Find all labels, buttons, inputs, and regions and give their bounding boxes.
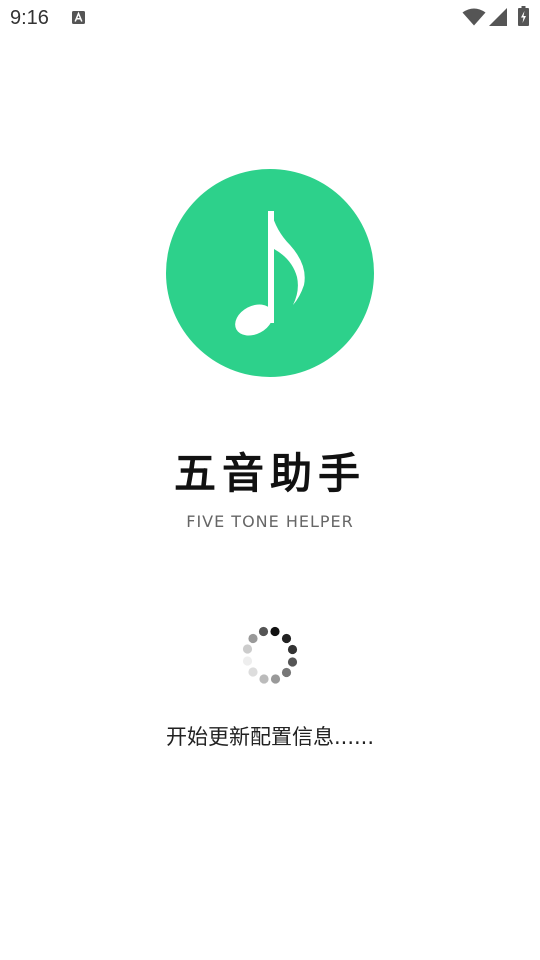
app-subtitle: FIVE TONE HELPER <box>186 512 354 531</box>
a-letter-icon <box>72 11 85 24</box>
loading-message: 开始更新配置信息...... <box>165 725 375 749</box>
splash-screen: 9:16 五音助手 FIVE TONE HELPER 开始更新配置信息.....… <box>0 0 540 960</box>
wifi-icon <box>462 8 486 26</box>
status-time: 9:16 <box>10 7 49 29</box>
loading-spinner-icon <box>242 626 298 684</box>
app-logo <box>166 169 374 377</box>
battery-charging-icon <box>518 6 529 26</box>
music-note-icon <box>235 211 305 336</box>
status-bar: 9:16 <box>0 0 540 38</box>
app-title: 五音助手 <box>173 449 366 498</box>
cell-signal-icon <box>489 8 507 26</box>
